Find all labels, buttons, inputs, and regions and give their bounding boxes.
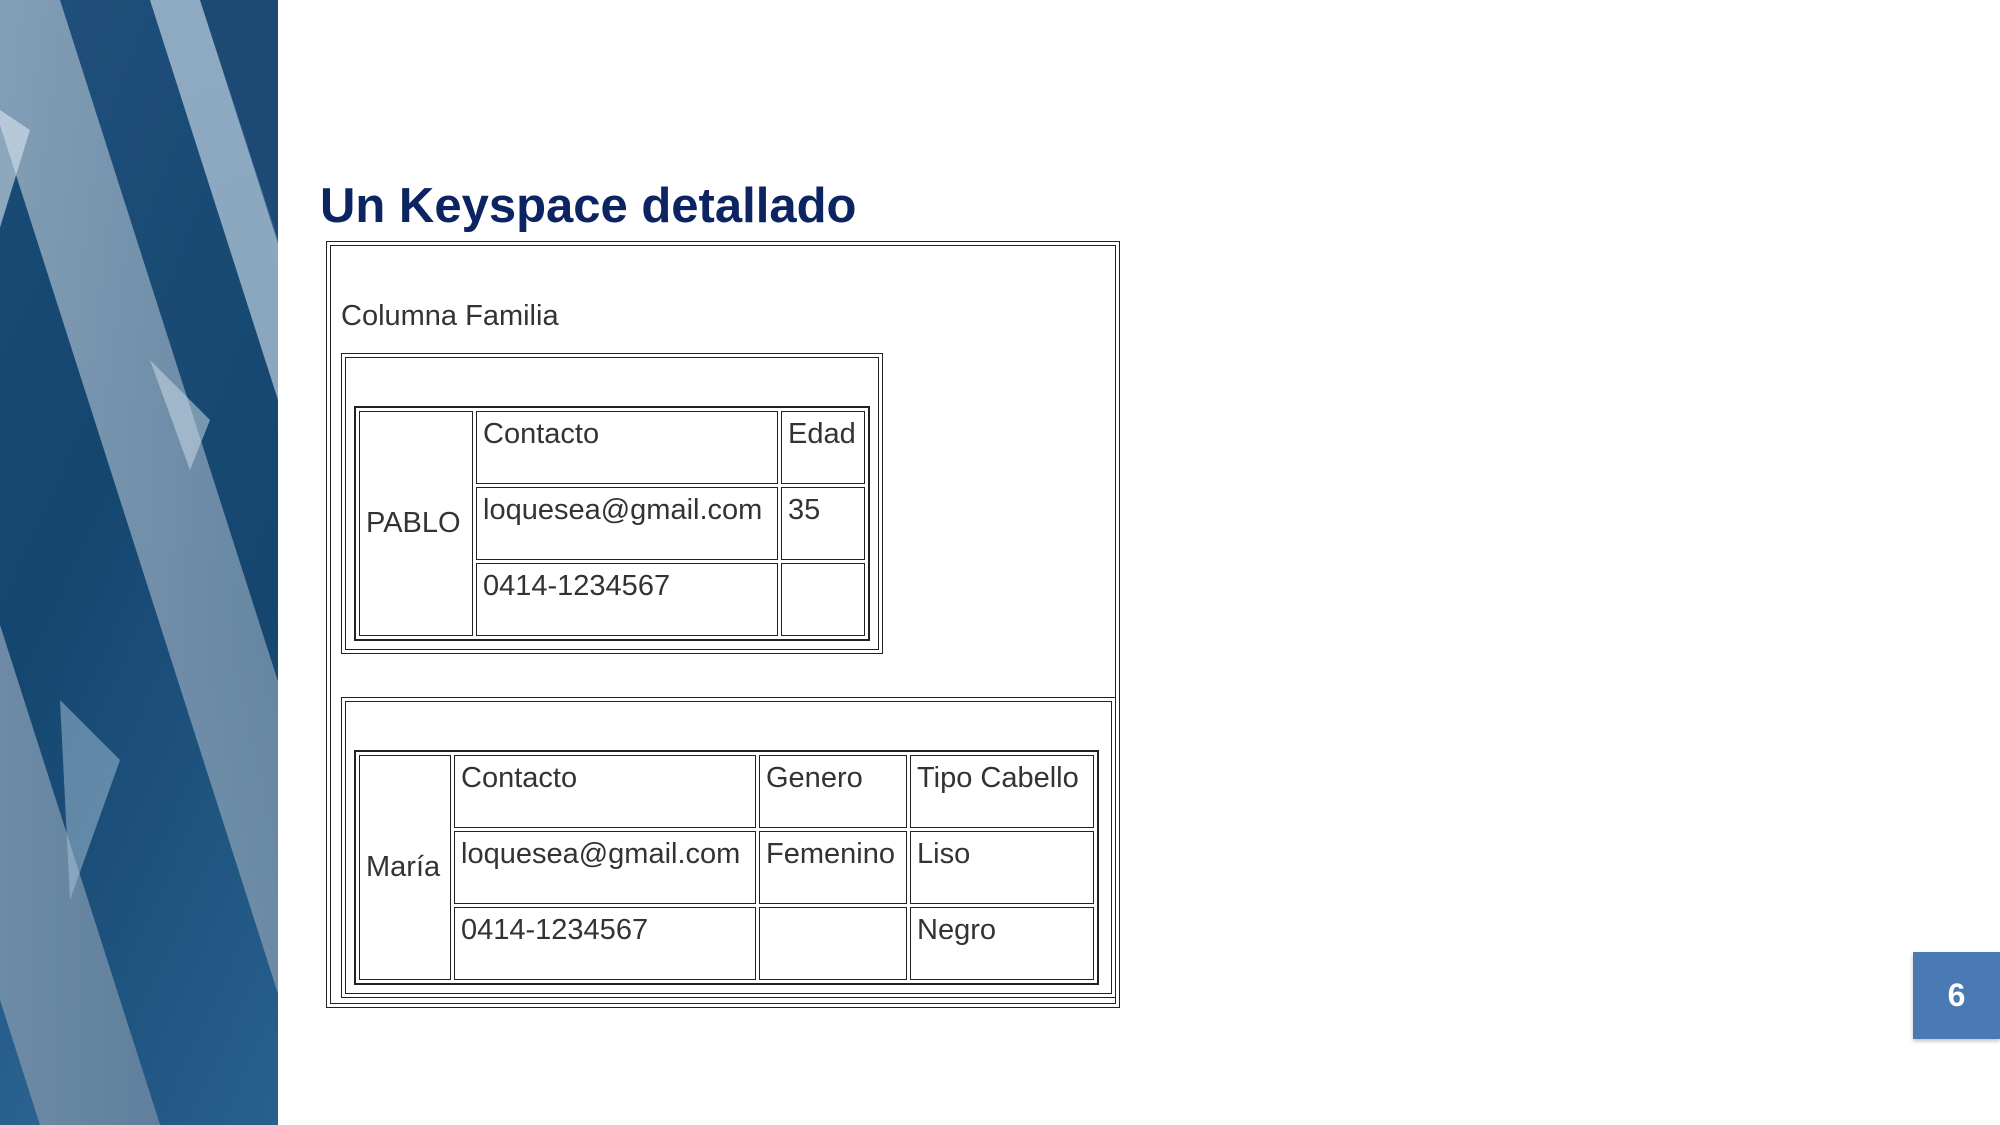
page-number-badge: 6 — [1913, 952, 2000, 1039]
table-row: loquesea@gmail.com Femenino Liso — [359, 831, 1094, 904]
table-row: María Contacto Genero Tipo Cabello — [359, 755, 1094, 980]
value-cell: 35 — [781, 487, 865, 560]
value-cell: Negro — [910, 907, 1094, 980]
row-pablo-table: PABLO Contacto Edad loquesea@gmail.com 3… — [354, 406, 870, 641]
row-pablo-box: PABLO Contacto Edad loquesea@gmail.com 3… — [341, 353, 883, 654]
glass-facade-image — [0, 0, 278, 1125]
row-maria-box: María Contacto Genero Tipo Cabello loque… — [341, 697, 1116, 998]
value-cell: Liso — [910, 831, 1094, 904]
row-maria-table: María Contacto Genero Tipo Cabello loque… — [354, 750, 1099, 985]
value-cell: Femenino — [759, 831, 907, 904]
column-family-label: Columna Familia — [341, 300, 559, 332]
value-cell: loquesea@gmail.com — [454, 831, 756, 904]
column-header-cell: Tipo Cabello — [910, 755, 1094, 828]
value-cell: 0414-1234567 — [454, 907, 756, 980]
value-cell: 0414-1234567 — [476, 563, 778, 636]
side-photo — [0, 0, 278, 1125]
keyspace-diagram: Columna Familia PABLO Contacto Edad loqu… — [326, 241, 1120, 1008]
slide-title: Un Keyspace detallado — [320, 179, 857, 233]
column-header-cell: Contacto — [454, 755, 756, 828]
value-cell — [781, 563, 865, 636]
table-row: 0414-1234567 Negro — [359, 907, 1094, 980]
row-key-cell: María — [359, 755, 451, 980]
value-cell: loquesea@gmail.com — [476, 487, 778, 560]
column-header-cell: Contacto — [476, 411, 778, 484]
value-cell — [759, 907, 907, 980]
column-header-cell: Edad — [781, 411, 865, 484]
row-key-cell: PABLO — [359, 411, 473, 636]
table-row: PABLO Contacto Edad — [359, 411, 865, 636]
keyspace-diagram-inner: Columna Familia PABLO Contacto Edad loqu… — [330, 245, 1116, 1004]
column-header-cell: Genero — [759, 755, 907, 828]
